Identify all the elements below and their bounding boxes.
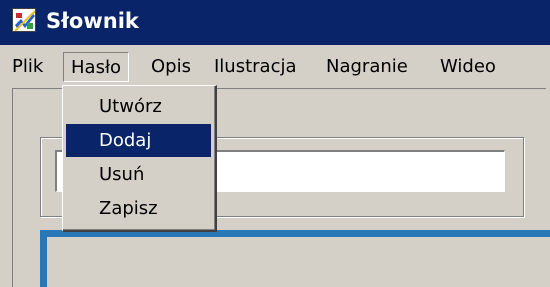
menu-ilustracja[interactable]: Ilustracja	[214, 52, 297, 82]
menuitem-usun[interactable]: Usuń	[66, 158, 211, 191]
menu-bar: Plik Hasło Opis Ilustracja Nagranie Wide…	[0, 46, 550, 88]
menu-wideo[interactable]: Wideo	[440, 52, 496, 82]
content-panel	[40, 230, 550, 287]
window-title: Słownik	[46, 9, 139, 33]
haslo-dropdown-menu: Utwórz Dodaj Usuń Zapisz	[62, 85, 217, 232]
title-bar[interactable]: Słownik	[0, 0, 550, 45]
dictionary-app-icon[interactable]	[12, 8, 36, 32]
menuitem-zapisz[interactable]: Zapisz	[66, 192, 211, 225]
menu-haslo[interactable]: Hasło	[63, 52, 130, 82]
menuitem-dodaj[interactable]: Dodaj	[66, 124, 211, 157]
menu-nagranie[interactable]: Nagranie	[326, 52, 408, 82]
menuitem-utworz[interactable]: Utwórz	[66, 90, 211, 123]
menu-opis[interactable]: Opis	[151, 52, 191, 82]
menu-plik[interactable]: Plik	[12, 52, 43, 82]
